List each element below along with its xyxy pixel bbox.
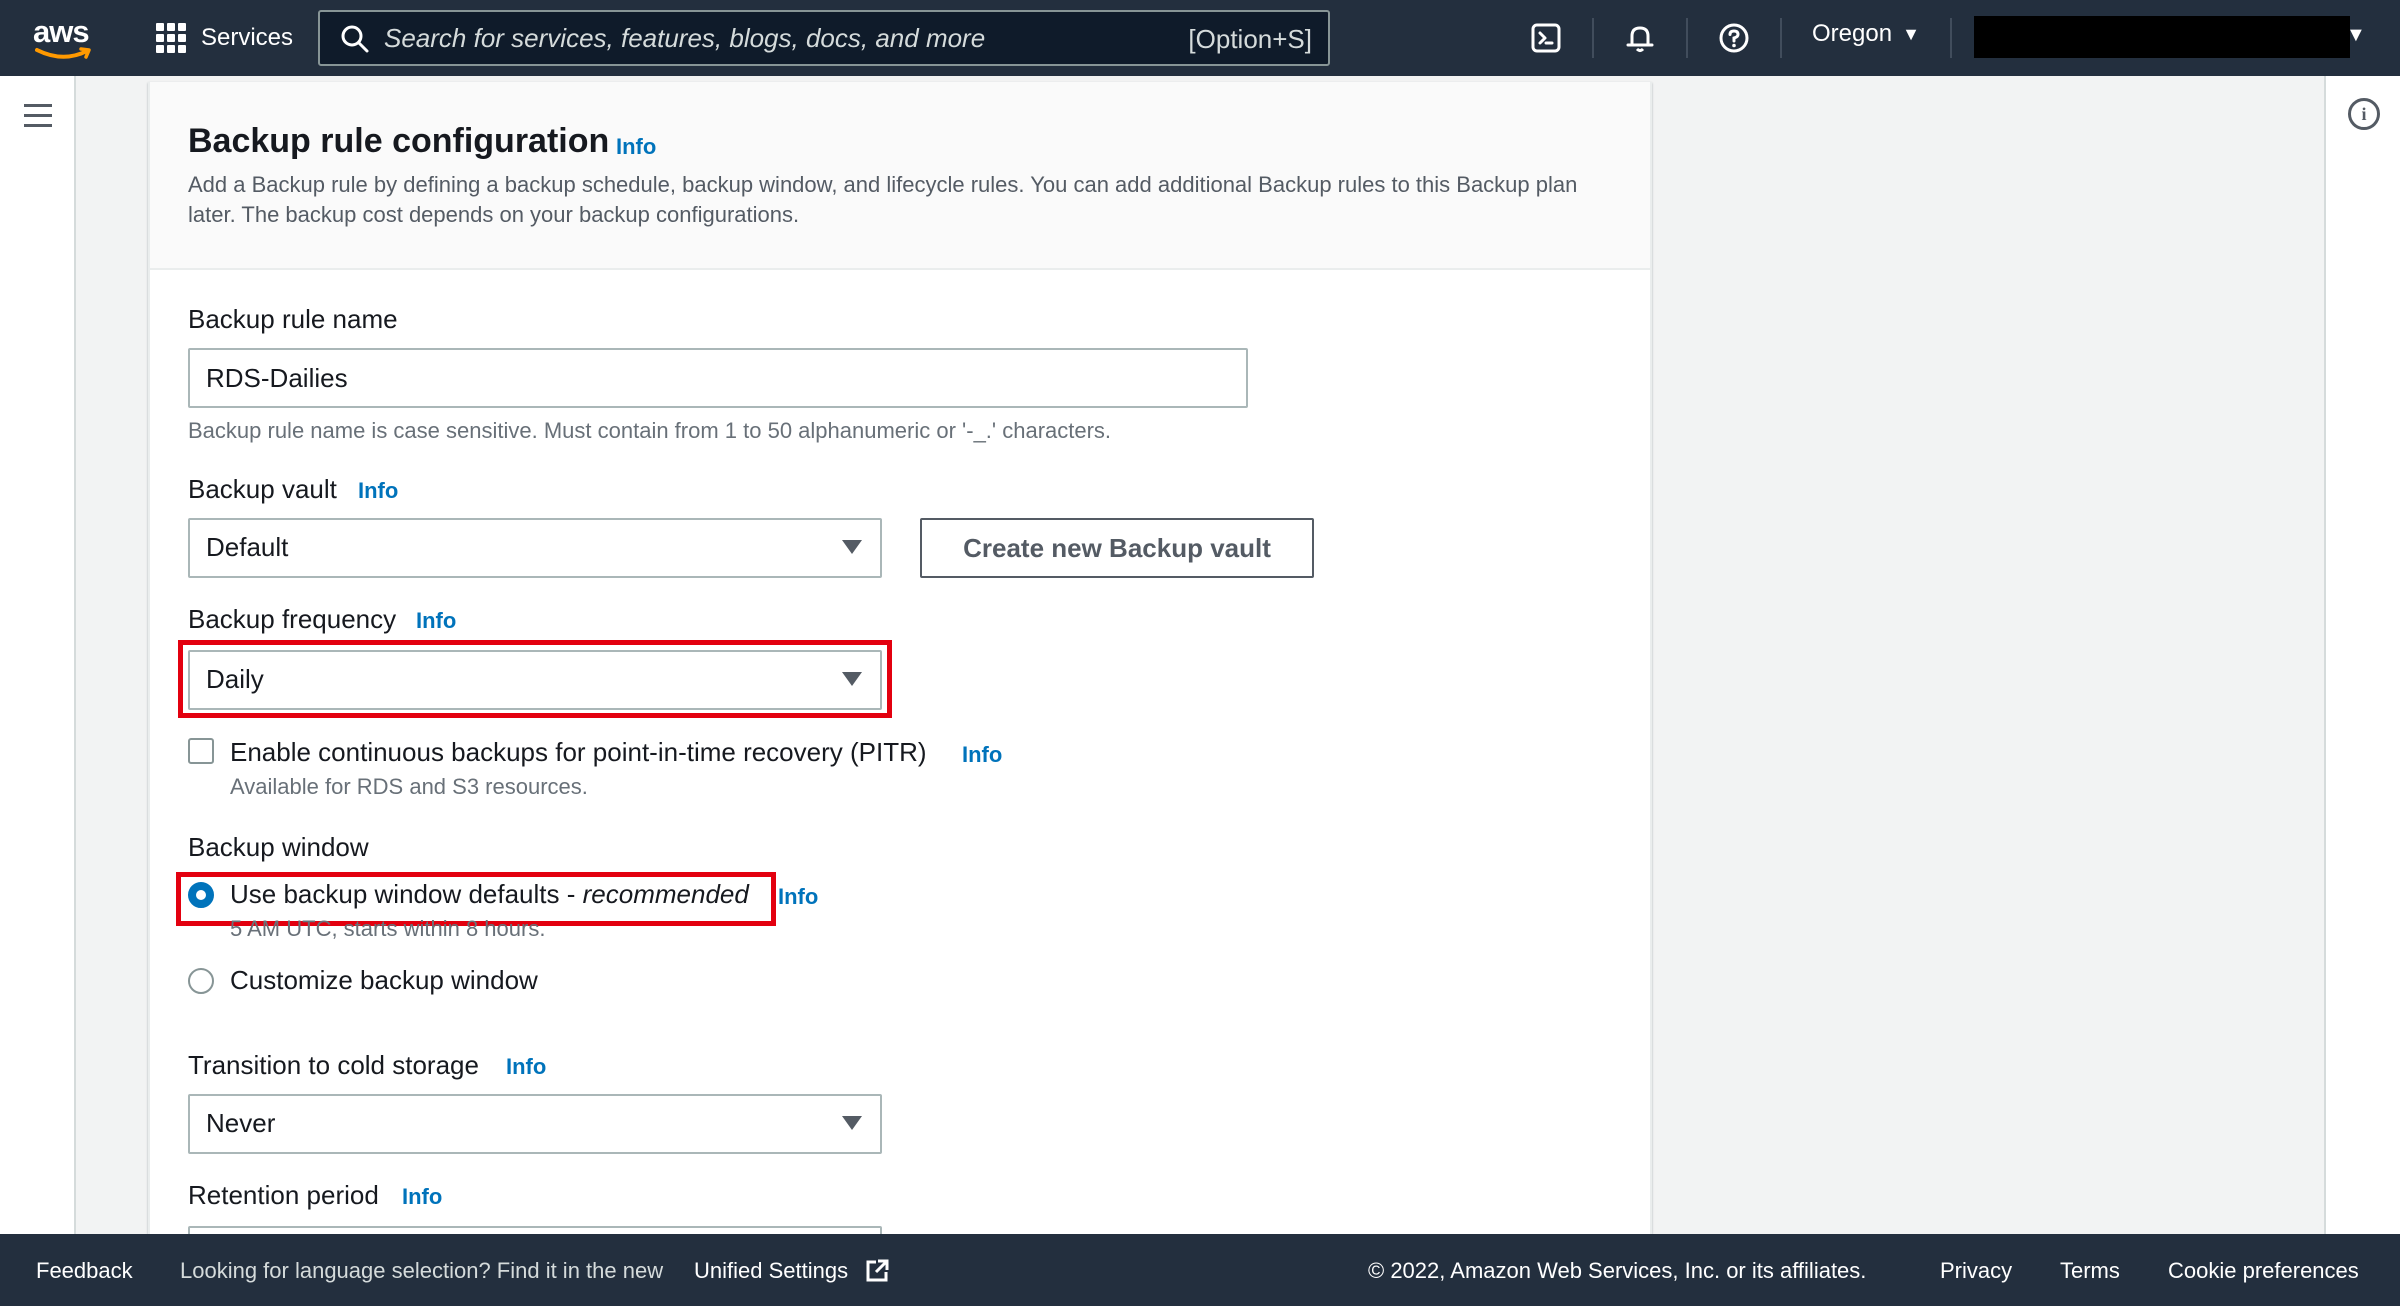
- nav-divider: [1592, 18, 1594, 58]
- search-input[interactable]: [384, 12, 1144, 64]
- vault-select-value: Default: [206, 532, 289, 562]
- feedback-link[interactable]: Feedback: [36, 1258, 133, 1284]
- hamburger-menu-icon[interactable]: [24, 104, 52, 134]
- rule-name-input[interactable]: [188, 348, 1248, 408]
- pitr-checkbox[interactable]: [188, 738, 214, 764]
- frequency-select[interactable]: Daily: [188, 650, 882, 710]
- console-footer: Feedback Looking for language selection?…: [0, 1234, 2400, 1306]
- vault-select[interactable]: Default: [188, 518, 882, 578]
- caret-down-icon: [842, 1116, 862, 1130]
- help-button[interactable]: [1714, 18, 1754, 58]
- nav-divider: [1780, 18, 1782, 58]
- window-custom-label[interactable]: Customize backup window: [230, 965, 538, 996]
- pitr-hint: Available for RDS and S3 resources.: [230, 774, 588, 799]
- language-selection-text: Looking for language selection? Find it …: [180, 1258, 664, 1283]
- aws-logo[interactable]: aws: [33, 14, 93, 60]
- retention-label: Retention period: [188, 1180, 379, 1210]
- window-defaults-radio[interactable]: [188, 882, 214, 908]
- account-menu-redacted[interactable]: [1974, 16, 2350, 58]
- retention-info-link[interactable]: Info: [402, 1184, 442, 1210]
- info-panel-icon[interactable]: i: [2348, 98, 2380, 130]
- window-defaults-text: Use backup window defaults -: [230, 879, 583, 909]
- bell-icon: [1626, 26, 1654, 52]
- services-menu-button[interactable]: Services: [156, 18, 293, 58]
- panel-title: Backup rule configuration: [188, 122, 610, 160]
- help-icon: [1719, 23, 1749, 53]
- cold-storage-select[interactable]: Never: [188, 1094, 882, 1154]
- notifications-button[interactable]: [1620, 18, 1660, 58]
- external-link-icon: [866, 1259, 889, 1282]
- pitr-label[interactable]: Enable continuous backups for point-in-t…: [230, 737, 927, 768]
- region-selector[interactable]: Oregon ▼: [1812, 20, 1920, 48]
- panel-description: Add a Backup rule by defining a backup s…: [188, 172, 1578, 227]
- window-defaults-label[interactable]: Use backup window defaults - recommended: [230, 879, 749, 910]
- pitr-info-link[interactable]: Info: [962, 742, 1002, 768]
- rule-name-label: Backup rule name: [188, 304, 398, 334]
- frequency-select-value: Daily: [206, 664, 264, 694]
- nav-divider: [1950, 18, 1952, 58]
- cold-storage-select-value: Never: [206, 1108, 276, 1138]
- nav-divider: [1686, 18, 1688, 58]
- cookie-preferences-link[interactable]: Cookie preferences: [2168, 1258, 2359, 1284]
- window-custom-radio[interactable]: [188, 968, 214, 994]
- right-tools-rail: i: [2324, 76, 2400, 1234]
- window-defaults-recommended: recommended: [582, 879, 749, 909]
- copyright-text: © 2022, Amazon Web Services, Inc. or its…: [1368, 1258, 1867, 1283]
- cloudshell-button[interactable]: [1526, 18, 1566, 58]
- region-label: Oregon: [1812, 20, 1893, 47]
- panel-info-link[interactable]: Info: [616, 134, 656, 160]
- window-defaults-hint: 5 AM UTC, starts within 8 hours.: [230, 916, 546, 941]
- privacy-link[interactable]: Privacy: [1940, 1258, 2012, 1284]
- cold-storage-label: Transition to cold storage: [188, 1050, 479, 1080]
- caret-down-icon: [842, 672, 862, 686]
- frequency-info-link[interactable]: Info: [416, 608, 456, 634]
- panel-header: Backup rule configuration Info Add a Bac…: [150, 82, 1650, 270]
- backup-rule-configuration-panel: Backup rule configuration Info Add a Bac…: [148, 82, 1652, 1286]
- caret-down-icon: ▼: [2346, 24, 2366, 46]
- cold-storage-info-link[interactable]: Info: [506, 1054, 546, 1080]
- vault-info-link[interactable]: Info: [358, 478, 398, 504]
- search-shortcut-hint: [Option+S]: [1188, 24, 1312, 54]
- services-label: Services: [201, 24, 294, 51]
- caret-down-icon: ▼: [1902, 23, 1920, 44]
- window-defaults-info-link[interactable]: Info: [778, 884, 818, 910]
- create-vault-button[interactable]: Create new Backup vault: [920, 518, 1314, 578]
- aws-smile-icon: [35, 47, 91, 59]
- services-grid-icon: [156, 23, 186, 53]
- top-navigation-bar: aws Services [Option+S]: [0, 0, 2400, 76]
- unified-settings-link[interactable]: Unified Settings: [694, 1258, 848, 1284]
- aws-logo-text: aws: [33, 14, 90, 49]
- vault-label: Backup vault: [188, 474, 337, 504]
- backup-window-label: Backup window: [188, 832, 369, 862]
- caret-down-icon: [842, 540, 862, 554]
- frequency-label: Backup frequency: [188, 604, 397, 634]
- terms-link[interactable]: Terms: [2060, 1258, 2120, 1284]
- search-icon: [341, 25, 369, 53]
- global-search-box[interactable]: [Option+S]: [318, 10, 1330, 66]
- cloudshell-icon: [1531, 23, 1561, 53]
- rule-name-hint: Backup rule name is case sensitive. Must…: [188, 418, 1112, 443]
- left-navigation-rail: [0, 76, 76, 1234]
